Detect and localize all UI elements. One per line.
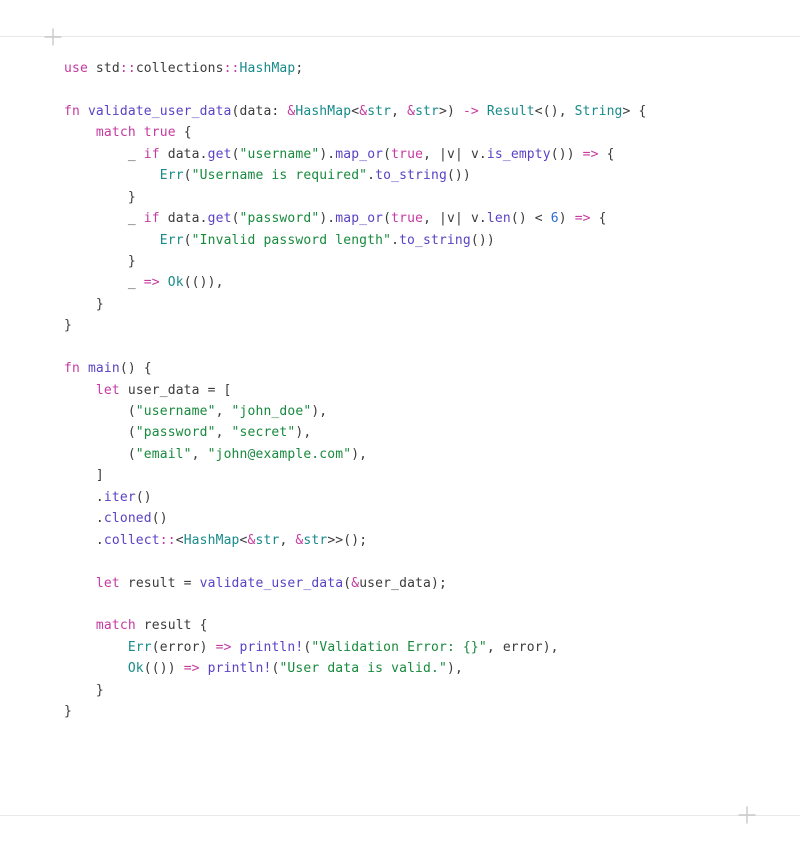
corner-plus-icon <box>44 28 62 46</box>
horizontal-rule-top <box>0 36 800 37</box>
code-snippet: use std::collections::HashMap; fn valida… <box>64 58 752 723</box>
horizontal-rule-bottom <box>0 815 800 816</box>
